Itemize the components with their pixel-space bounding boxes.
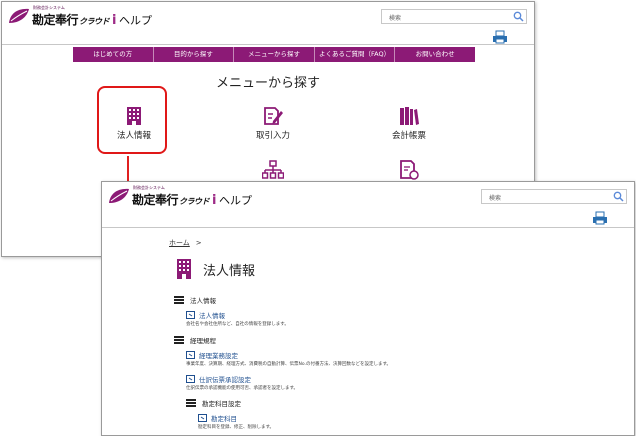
brand-name: 勘定奉行: [32, 13, 79, 27]
menu-item-refresh-document[interactable]: [369, 160, 449, 180]
nav-item-by-menu[interactable]: メニューから探す: [234, 47, 315, 62]
list-icon: [174, 336, 184, 344]
app-logo[interactable]: 財務会計システム 勘定奉行クラウド i ヘルプ: [8, 5, 168, 29]
list-icon: [186, 399, 196, 407]
divider: [2, 44, 534, 45]
link-account-titles[interactable]: 勘定科目: [198, 413, 237, 423]
link-corporate-info[interactable]: 法人情報: [186, 310, 225, 320]
section-heading: 勘定科目設定: [186, 398, 241, 408]
link-label: 仕訳伝票承認設定: [199, 376, 251, 384]
menu-item-accounting-ledgers[interactable]: 会計帳票: [369, 106, 449, 141]
breadcrumb: ホーム >: [169, 238, 202, 248]
page-link-icon: [186, 375, 195, 383]
section-title: 勘定科目設定: [202, 400, 241, 408]
app-name: 勘定奉行クラウド i ヘルプ: [132, 191, 252, 208]
header: 財務会計システム 勘定奉行クラウド i ヘルプ 検索: [2, 2, 534, 30]
list-icon: [174, 296, 184, 304]
link-description: 事業年度、決算期、経理方式、消費税の自動計算、伝票No.の付番方法、決算回数など…: [186, 362, 392, 367]
section-heading: 経理規程: [174, 335, 216, 345]
section-title: 経理規程: [190, 337, 216, 345]
link-accounting-settings[interactable]: 経理業務設定: [186, 350, 238, 360]
search-icon[interactable]: [613, 191, 624, 202]
brand-name: 勘定奉行: [132, 193, 179, 207]
edit-document-icon: [264, 107, 283, 125]
link-description: 仕訳伝票の承認機能の使用可否、承認者を設定します。: [186, 386, 299, 391]
highlight-frame: [97, 86, 167, 154]
page-link-icon: [198, 414, 207, 422]
brand-i: i: [112, 13, 116, 28]
page-link-icon: [186, 311, 195, 319]
link-description: 会社名や会社住所など、自社の情報を登録します。: [186, 322, 289, 327]
breadcrumb-separator: >: [195, 239, 202, 247]
corporate-info-window: 財務会計システム 勘定奉行クラウド i ヘルプ 検索 ホーム > 法人情報 法人…: [101, 181, 635, 436]
section-heading: 法人情報: [174, 295, 216, 305]
page-title: メニューから探す: [215, 76, 320, 91]
brand-i: i: [212, 193, 216, 208]
help-label: ヘルプ: [118, 14, 152, 27]
page-link-icon: [186, 351, 195, 359]
link-description: 勘定科目を登録、修正、削除します。: [198, 425, 275, 430]
header: 財務会計システム 勘定奉行クラウド i ヘルプ 検索: [102, 182, 634, 210]
nav-item-contact[interactable]: お問い合わせ: [395, 47, 475, 62]
link-label: 経理業務設定: [199, 352, 238, 360]
search-icon[interactable]: [513, 11, 524, 22]
page-title: 法人情報: [203, 263, 256, 279]
global-nav: はじめての方 目的から探す メニューから探す よくあるご質問（FAQ） お問い合…: [73, 47, 475, 62]
page-heading: 法人情報: [175, 258, 255, 280]
link-label: 勘定科目: [211, 415, 237, 423]
printer-icon[interactable]: [592, 211, 608, 225]
divider: [102, 227, 634, 228]
org-chart-icon: [262, 160, 284, 179]
search-placeholder: 検索: [389, 15, 402, 22]
brand-sub: クラウド: [79, 17, 110, 26]
search-placeholder: 検索: [489, 195, 502, 202]
nav-item-faq[interactable]: よくあるご質問（FAQ）: [315, 47, 396, 62]
nav-item-by-purpose[interactable]: 目的から探す: [154, 47, 235, 62]
search-input[interactable]: 検索: [381, 9, 527, 24]
search-input[interactable]: 検索: [481, 189, 627, 204]
link-label: 法人情報: [199, 312, 225, 320]
link-journal-approval-settings[interactable]: 仕訳伝票承認設定: [186, 374, 251, 384]
printer-icon[interactable]: [492, 30, 508, 44]
leaf-logo-icon: [109, 188, 129, 203]
menu-item-label: 会計帳票: [391, 131, 426, 141]
app-logo[interactable]: 財務会計システム 勘定奉行クラウド i ヘルプ: [108, 185, 268, 209]
building-icon: [177, 259, 191, 279]
refresh-document-icon: [400, 160, 419, 180]
menu-item-org-chart[interactable]: [233, 160, 313, 180]
menu-item-transaction-entry[interactable]: 取引入力: [233, 106, 313, 141]
menu-item-label: 取引入力: [255, 131, 290, 141]
section-title: 法人情報: [190, 297, 216, 305]
breadcrumb-home[interactable]: ホーム: [169, 239, 190, 247]
books-icon: [400, 107, 419, 125]
brand-sub: クラウド: [179, 197, 210, 206]
nav-item-getting-started[interactable]: はじめての方: [73, 47, 154, 62]
app-name: 勘定奉行クラウド i ヘルプ: [32, 11, 152, 28]
help-label: ヘルプ: [218, 194, 252, 207]
leaf-logo-icon: [9, 8, 29, 23]
